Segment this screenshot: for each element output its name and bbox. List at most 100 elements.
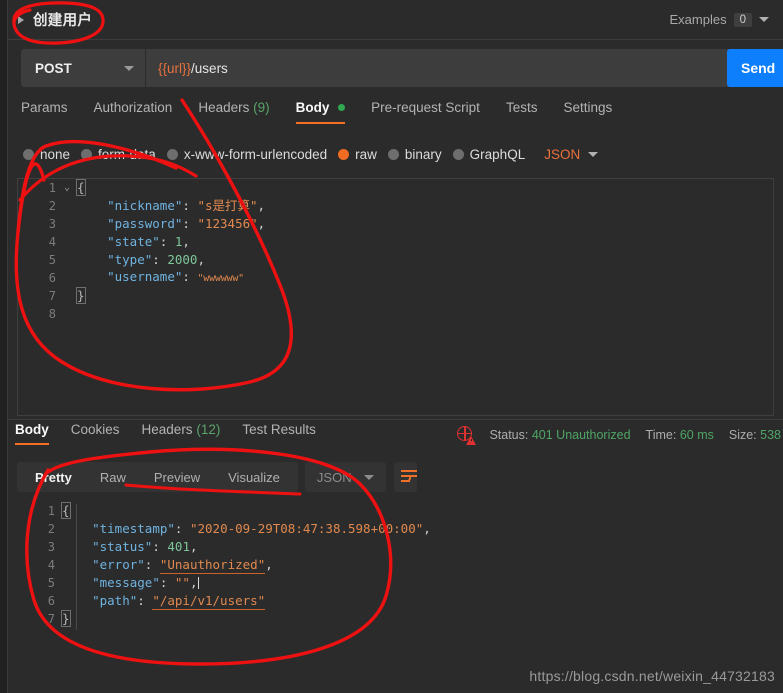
tab-label: Authorization <box>93 100 173 115</box>
tab-pre-request-script[interactable]: Pre-request Script <box>371 100 480 124</box>
response-body-viewer[interactable]: 1{2 "timestamp": "2020-09-29T08:47:38.59… <box>17 502 774 652</box>
size-value: 538 <box>760 427 781 442</box>
line-number: 2 <box>48 199 56 213</box>
examples-control[interactable]: Examples 0 <box>670 12 769 27</box>
code-text: "status": 401, <box>92 539 198 554</box>
view-mode-preview[interactable]: Preview <box>140 470 214 485</box>
body-type-urlencoded[interactable]: x-www-form-urlencoded <box>166 146 328 162</box>
network-warning-globe-icon[interactable] <box>457 426 477 445</box>
body-type-label: raw <box>355 146 377 162</box>
view-mode-visualize[interactable]: Visualize <box>214 470 294 485</box>
tab-count: (9) <box>253 100 270 115</box>
tab-headers[interactable]: Headers (9) <box>198 100 269 124</box>
code-line: 1{ <box>17 502 774 520</box>
request-url-input[interactable]: {{url}}/users <box>146 49 733 87</box>
method-url-group: POST {{url}}/users <box>21 49 733 87</box>
response-tab-test-results[interactable]: Test Results <box>242 422 316 445</box>
chevron-down-icon[interactable] <box>759 17 769 22</box>
body-type-none[interactable]: none <box>23 147 70 162</box>
http-method-label: POST <box>35 60 72 76</box>
chevron-down-icon[interactable] <box>124 65 134 71</box>
code-line: 5 "type": 2000, <box>18 251 773 269</box>
radio-icon[interactable] <box>166 148 178 160</box>
radio-icon[interactable] <box>387 148 399 160</box>
response-view-toolbar: Pretty Raw Preview Visualize JSON <box>17 460 417 494</box>
tab-count: (12) <box>196 422 221 437</box>
wrap-lines-button[interactable] <box>393 462 417 492</box>
url-path: /users <box>191 60 228 76</box>
line-number: 6 <box>48 271 56 285</box>
tab-label: Headers <box>198 100 250 115</box>
line-number: 4 <box>47 558 55 572</box>
code-text: "type": 2000, <box>107 252 205 267</box>
body-format-select[interactable]: JSON <box>544 147 599 162</box>
time-readout: Time: 60 ms <box>646 428 714 442</box>
response-format-label: JSON <box>316 469 352 485</box>
body-type-label: none <box>40 146 71 162</box>
line-number: 3 <box>47 540 55 554</box>
body-type-binary[interactable]: binary <box>387 146 442 162</box>
response-body-code: 1{2 "timestamp": "2020-09-29T08:47:38.59… <box>17 502 774 628</box>
response-tab-headers[interactable]: Headers (12) <box>142 422 221 445</box>
response-tab-cookies[interactable]: Cookies <box>71 422 120 445</box>
radio-icon[interactable] <box>452 148 464 160</box>
request-body-editor[interactable]: 1 ⌄{2 "nickname": "s是打算", 3 "password": "1… <box>17 178 774 416</box>
chevron-down-icon[interactable] <box>588 151 599 157</box>
body-type-raw[interactable]: raw <box>338 147 377 162</box>
line-number: 5 <box>48 253 56 267</box>
line-number: 1 <box>48 181 56 195</box>
radio-icon[interactable] <box>23 148 34 160</box>
fold-toggle-icon[interactable]: ⌄ <box>60 179 74 197</box>
tab-label: Test Results <box>242 422 316 437</box>
examples-label: Examples <box>669 12 727 27</box>
response-section-divider <box>8 419 783 420</box>
code-text: "nickname": "s是打算", <box>107 198 266 213</box>
view-mode-raw[interactable]: Raw <box>86 470 140 485</box>
code-text: { <box>61 502 71 519</box>
status-readout: Status: 401 Unauthorized <box>489 428 630 442</box>
watermark-url: https://blog.csdn.net/weixin_44732183 <box>529 668 775 684</box>
line-number: 7 <box>47 612 55 626</box>
line-number: 3 <box>48 217 56 231</box>
time-label: Time: <box>645 427 677 442</box>
line-number: 6 <box>47 594 55 608</box>
request-tabs: Params Authorization Headers (9) Body Pr… <box>8 100 783 132</box>
response-tab-body[interactable]: Body <box>15 422 49 445</box>
collapse-triangle-icon[interactable] <box>18 15 24 24</box>
response-status-group: Status: 401 Unauthorized Time: 60 ms Siz… <box>457 426 783 445</box>
code-line: 2 "nickname": "s是打算", <box>18 197 773 215</box>
body-type-graphql[interactable]: GraphQL <box>452 147 525 162</box>
view-mode-pretty[interactable]: Pretty <box>21 470 86 485</box>
http-method-select[interactable]: POST <box>21 49 146 87</box>
radio-icon[interactable] <box>81 148 93 160</box>
body-type-form-data[interactable]: form-data <box>81 147 156 162</box>
code-line: 2 "timestamp": "2020-09-29T08:47:38.598+… <box>17 520 774 538</box>
code-text: "path": "/api/v1/users" <box>92 593 266 610</box>
body-type-label: x-www-form-urlencoded <box>183 146 328 162</box>
send-button[interactable]: Send <box>727 49 783 87</box>
body-type-label: binary <box>404 146 442 162</box>
tab-label: Body <box>15 422 49 437</box>
code-text: "password": "123456", <box>107 216 266 231</box>
postman-window: 创建用户 Examples 0 POST {{url}}/users Send … <box>0 0 783 693</box>
tab-params[interactable]: Params <box>21 100 68 124</box>
code-line: 3 "status": 401, <box>17 538 774 556</box>
tab-authorization[interactable]: Authorization <box>94 100 173 124</box>
tab-label: Cookies <box>70 422 120 437</box>
status-value: 401 Unauthorized <box>531 427 631 442</box>
line-number: 5 <box>47 576 55 590</box>
radio-selected-icon[interactable] <box>338 148 350 160</box>
request-body-code[interactable]: 1 ⌄{2 "nickname": "s是打算", 3 "password": "1… <box>18 179 773 323</box>
request-title: 创建用户 <box>33 13 93 29</box>
tab-body[interactable]: Body <box>295 100 346 124</box>
chevron-down-icon[interactable] <box>363 474 374 480</box>
request-header-bar: 创建用户 Examples 0 <box>8 0 783 40</box>
line-number: 2 <box>47 522 55 536</box>
tab-settings[interactable]: Settings <box>563 100 612 124</box>
code-line: 1 ⌄{ <box>18 179 773 197</box>
response-format-select[interactable]: JSON <box>304 462 386 492</box>
code-text: "state": 1, <box>107 234 190 249</box>
tab-tests[interactable]: Tests <box>506 100 538 124</box>
code-line: 6 "username": "wwwwww" <box>18 269 773 287</box>
code-line: 4 "state": 1, <box>18 233 773 251</box>
